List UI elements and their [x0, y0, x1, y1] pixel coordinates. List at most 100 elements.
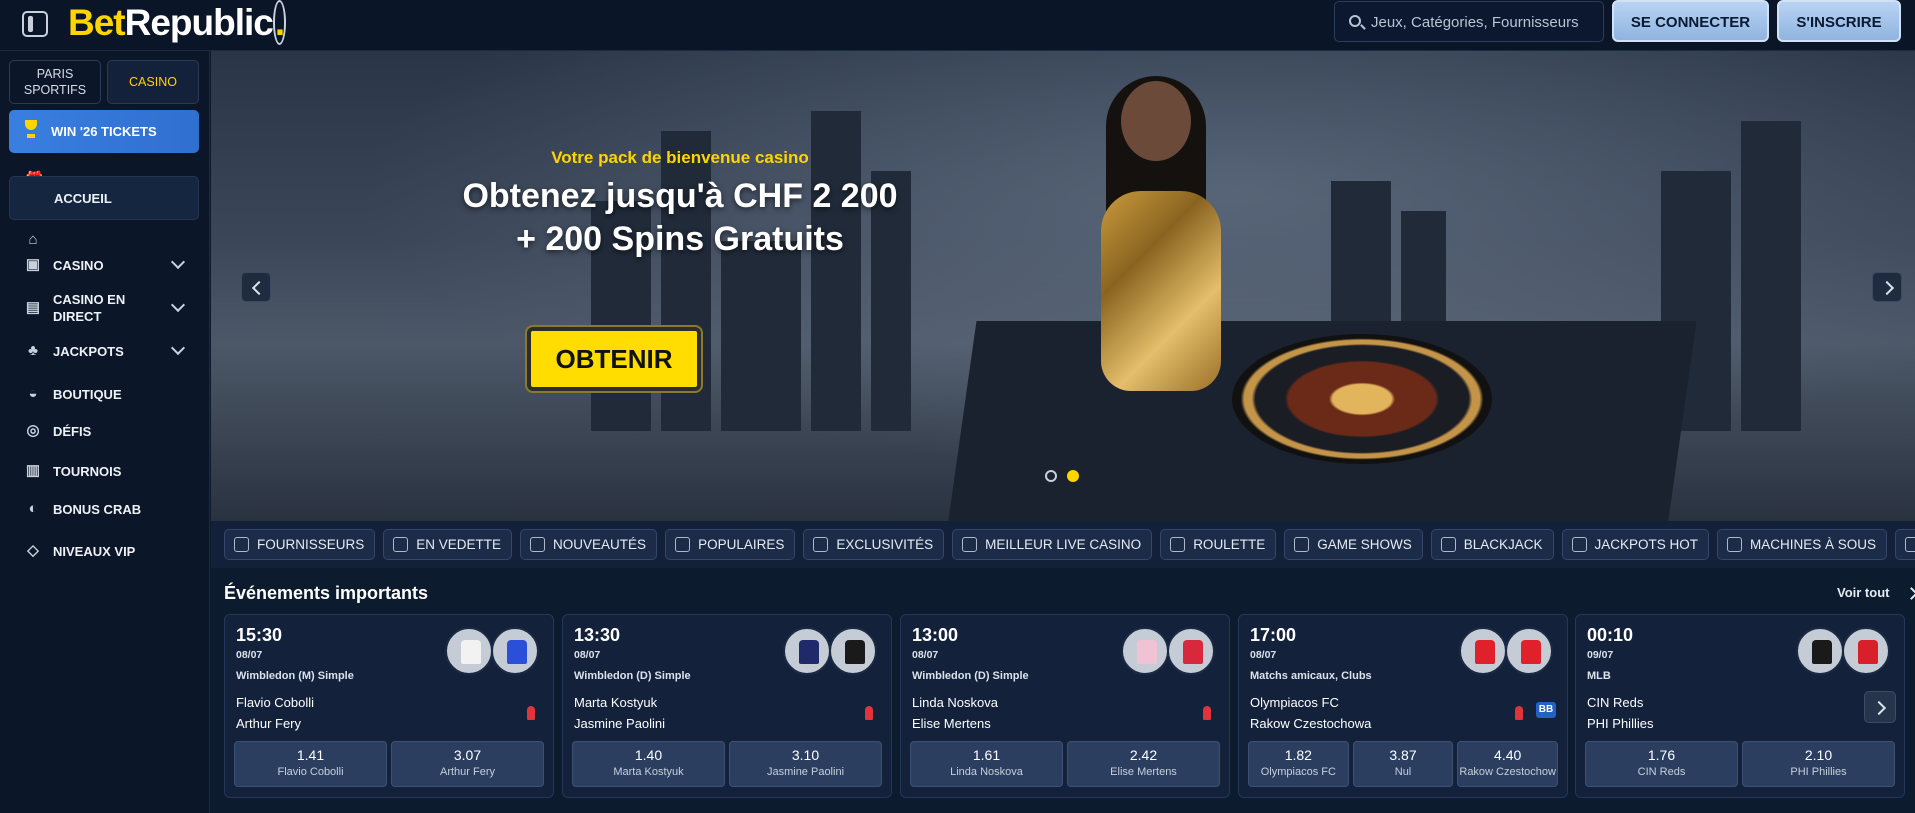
carousel-dot[interactable]: [1045, 470, 1057, 482]
event-team-away: PHI Phillies: [1587, 716, 1654, 731]
category-chip[interactable]: EXCLUSIVITÉS: [803, 529, 945, 560]
category-chip[interactable]: MEILLEUR LIVE CASINO: [952, 529, 1153, 560]
odds-value: 1.40: [634, 747, 663, 763]
odds-label: Olympiacos FC: [1260, 766, 1336, 778]
sidebar-item-label: CASINO EN DIRECT: [53, 292, 126, 324]
search-input[interactable]: Jeux, Catégories, Fournisseurs: [1334, 1, 1604, 42]
category-chip[interactable]: MACHINES À SOUS: [1717, 529, 1888, 560]
category-chip[interactable]: EN VEDETTE: [383, 529, 513, 560]
carousel-dots: [1045, 470, 1079, 482]
sidebar-item-accueil[interactable]: ACCUEIL: [9, 176, 199, 220]
tab-label: PARIS SPORTIFS: [23, 67, 87, 97]
category-chip[interactable]: BLACKJACK: [1430, 529, 1554, 560]
odds-label: Elise Mertens: [1110, 766, 1177, 778]
sidebar-item-casino[interactable]: ▣ CASINO: [9, 243, 199, 287]
betbuilder-badge-icon: BB: [1536, 702, 1556, 718]
search-icon: [1349, 15, 1361, 27]
event-time: 13:00: [912, 625, 959, 645]
event-competition: MLB: [1587, 670, 1611, 682]
sidebar-item-jackpots[interactable]: ♣ JACKPOTS: [9, 329, 199, 373]
event-card[interactable]: 13:00 08/07 Wimbledon (D) Simple Linda Nosk…: [900, 614, 1230, 798]
live-stream-icon: [527, 706, 535, 720]
event-competition: Wimbledon (D) Simple: [574, 670, 691, 682]
odds-value: 2.42: [1129, 747, 1158, 763]
category-label: JACKPOTS HOT: [1594, 537, 1699, 552]
odds-button[interactable]: 2.10 PHI Phillies: [1742, 741, 1895, 787]
odds-button[interactable]: 1.82 Olympiacos FC: [1248, 741, 1349, 787]
sidebar-item-label: BONUS CRAB: [53, 501, 142, 517]
hero-title-line2: + 200 Spins Gratuits: [516, 220, 844, 258]
jersey-icon: [829, 627, 877, 675]
category-chip[interactable]: FOURNISSEURS: [224, 529, 376, 560]
event-card[interactable]: 15:30 08/07 Wimbledon (M) Simple Flavio Cob…: [224, 614, 554, 798]
sidebar-item-label: JACKPOTS: [53, 343, 124, 359]
skyline-building: [1741, 121, 1801, 431]
roulette-wheel: [1232, 334, 1492, 464]
event-card[interactable]: 00:10 09/07 MLB CIN Reds PHI Phillies 1.76 CIN…: [1575, 614, 1905, 798]
logo-republic: Republic: [124, 2, 274, 43]
diamond-icon: ◇: [27, 542, 39, 559]
event-time: 13:30: [574, 625, 621, 645]
chevron-down-icon[interactable]: [170, 254, 186, 270]
category-chip[interactable]: POPULAIRES: [665, 529, 796, 560]
crown-icon: [393, 537, 409, 552]
chevron-down-icon[interactable]: [170, 297, 186, 313]
carousel-prev-button[interactable]: [241, 272, 271, 302]
category-label: EN VEDETTE: [416, 537, 502, 552]
hero-title-line1: Obtenez jusqu'à CHF 2 200: [462, 177, 898, 215]
logo[interactable]: BetRepublic.: [68, 0, 287, 45]
tab-paris-sportifs[interactable]: PARIS SPORTIFS: [9, 60, 101, 104]
sidebar-toggle-icon[interactable]: [22, 11, 48, 37]
odds-button[interactable]: 1.61 Linda Noskova: [910, 741, 1063, 787]
login-button[interactable]: SE CONNECTER: [1612, 0, 1769, 42]
carousel-next-button[interactable]: [1872, 272, 1902, 302]
event-date: 08/07: [574, 649, 601, 661]
event-team-away: Jasmine Paolini: [574, 716, 666, 731]
jersey-icon: [1121, 627, 1169, 675]
event-competition: Wimbledon (M) Simple: [236, 670, 354, 682]
event-card[interactable]: 17:00 08/07 Matchs amicaux, Clubs Olympiaco…: [1238, 614, 1568, 798]
register-button[interactable]: S'INSCRIRE: [1777, 0, 1901, 42]
odds-button[interactable]: 3.10 Jasmine Paolini: [729, 741, 882, 787]
events-next-button[interactable]: [1864, 691, 1896, 723]
lightning-icon: [530, 537, 546, 552]
odds-button[interactable]: 2.42 Elise Mertens: [1067, 741, 1220, 787]
category-chip[interactable]: NOUVEAUTÉS: [520, 529, 658, 560]
odds-button[interactable]: 3.07 Arthur Fery: [391, 741, 544, 787]
live-casino-icon: ▤: [25, 299, 41, 316]
odds-button[interactable]: 1.41 Flavio Cobolli: [234, 741, 387, 787]
microphone-icon: [1294, 537, 1310, 552]
odds-button[interactable]: 4.40 Rakow Czestochow: [1457, 741, 1559, 787]
obtenir-button[interactable]: OBTENIR: [527, 327, 701, 391]
sidebar-item-bonus-crab[interactable]: ◐ BONUS CRAB: [9, 487, 199, 531]
event-card[interactable]: 13:30 08/07 Wimbledon (D) Simple Marta Kost…: [562, 614, 892, 798]
sidebar-item-label: ACCUEIL: [54, 190, 112, 206]
live-stream-icon: [865, 706, 873, 720]
jersey-icon: [1842, 627, 1890, 675]
event-time: 00:10: [1587, 625, 1634, 645]
logo-dot: .: [272, 0, 287, 45]
sidebar-item-defis[interactable]: ◎ DÉFIS: [9, 409, 199, 453]
category-chip[interactable]: JACKPOTS HOT: [1561, 529, 1710, 560]
promo-banner-button[interactable]: WIN '26 TICKETS: [9, 110, 199, 153]
category-chip[interactable]: GAME SHOWS: [1284, 529, 1423, 560]
category-label: BLACKJACK: [1463, 537, 1543, 552]
category-chip[interactable]: TOUS LES JE: [1895, 529, 1915, 560]
event-team-away: Elise Mertens: [912, 716, 991, 731]
category-label: ROULETTE: [1193, 537, 1266, 552]
odds-button[interactable]: 1.76 CIN Reds: [1585, 741, 1738, 787]
odds-label: Linda Noskova: [950, 766, 1023, 778]
see-all-link[interactable]: Voir tout: [1837, 585, 1889, 600]
carousel-dot-active[interactable]: [1067, 470, 1079, 482]
event-team-away: Arthur Fery: [236, 716, 302, 731]
odds-button[interactable]: 3.87 Nul: [1352, 741, 1454, 787]
tab-casino[interactable]: CASINO: [107, 60, 199, 104]
clover-icon: ♣: [28, 342, 38, 359]
chevron-down-icon[interactable]: [170, 340, 186, 356]
sidebar: PARIS SPORTIFS CASINO WIN '26 TICKETS 🎁 …: [0, 51, 210, 813]
odds-button[interactable]: 1.40 Marta Kostyuk: [572, 741, 725, 787]
sidebar-item-casino-en-direct[interactable]: ▤ CASINO EN DIRECT: [9, 286, 199, 330]
category-chip[interactable]: ROULETTE: [1160, 529, 1277, 560]
sidebar-item-niveaux-vip[interactable]: ◇ NIVEAUX VIP: [9, 529, 199, 573]
live-stream-icon: [1515, 706, 1523, 720]
